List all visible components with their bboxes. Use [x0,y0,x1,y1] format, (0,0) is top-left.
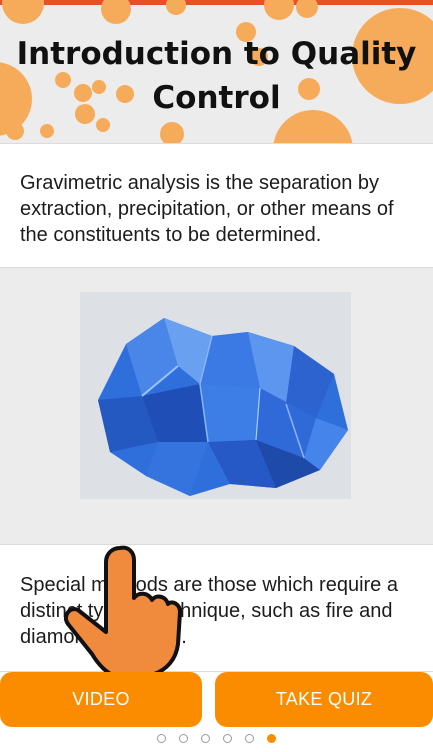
decor-circle [6,122,24,140]
decor-circle [166,0,186,15]
decor-circle [160,122,184,143]
page-dot[interactable] [201,733,210,743]
card-text: Gravimetric analysis is the separation b… [20,172,394,246]
decor-circle [101,0,131,24]
decor-circle [2,0,44,24]
tap-hint-hand-icon [62,540,182,690]
page-dot[interactable] [179,733,188,743]
page-indicator [0,728,433,748]
decor-circle [96,118,110,132]
page-dot[interactable] [245,733,254,743]
crystal-image [80,292,351,499]
decor-circle [264,0,294,20]
header-top-line [0,0,433,5]
page-dot-active[interactable] [267,733,276,743]
page-dot[interactable] [157,733,166,743]
content-card: Gravimetric analysis is the separation b… [0,143,433,268]
image-section [0,268,433,544]
decor-circle [296,0,318,18]
video-button[interactable]: VIDEO [0,672,202,727]
page-title: Introduction to Quality Control [16,36,417,116]
crystal-illustration [80,292,351,499]
lesson-header: Introduction to Quality Control [0,0,433,143]
take-quiz-button[interactable]: TAKE QUIZ [215,672,433,727]
page-dot[interactable] [223,733,232,743]
decor-circle [40,124,54,138]
